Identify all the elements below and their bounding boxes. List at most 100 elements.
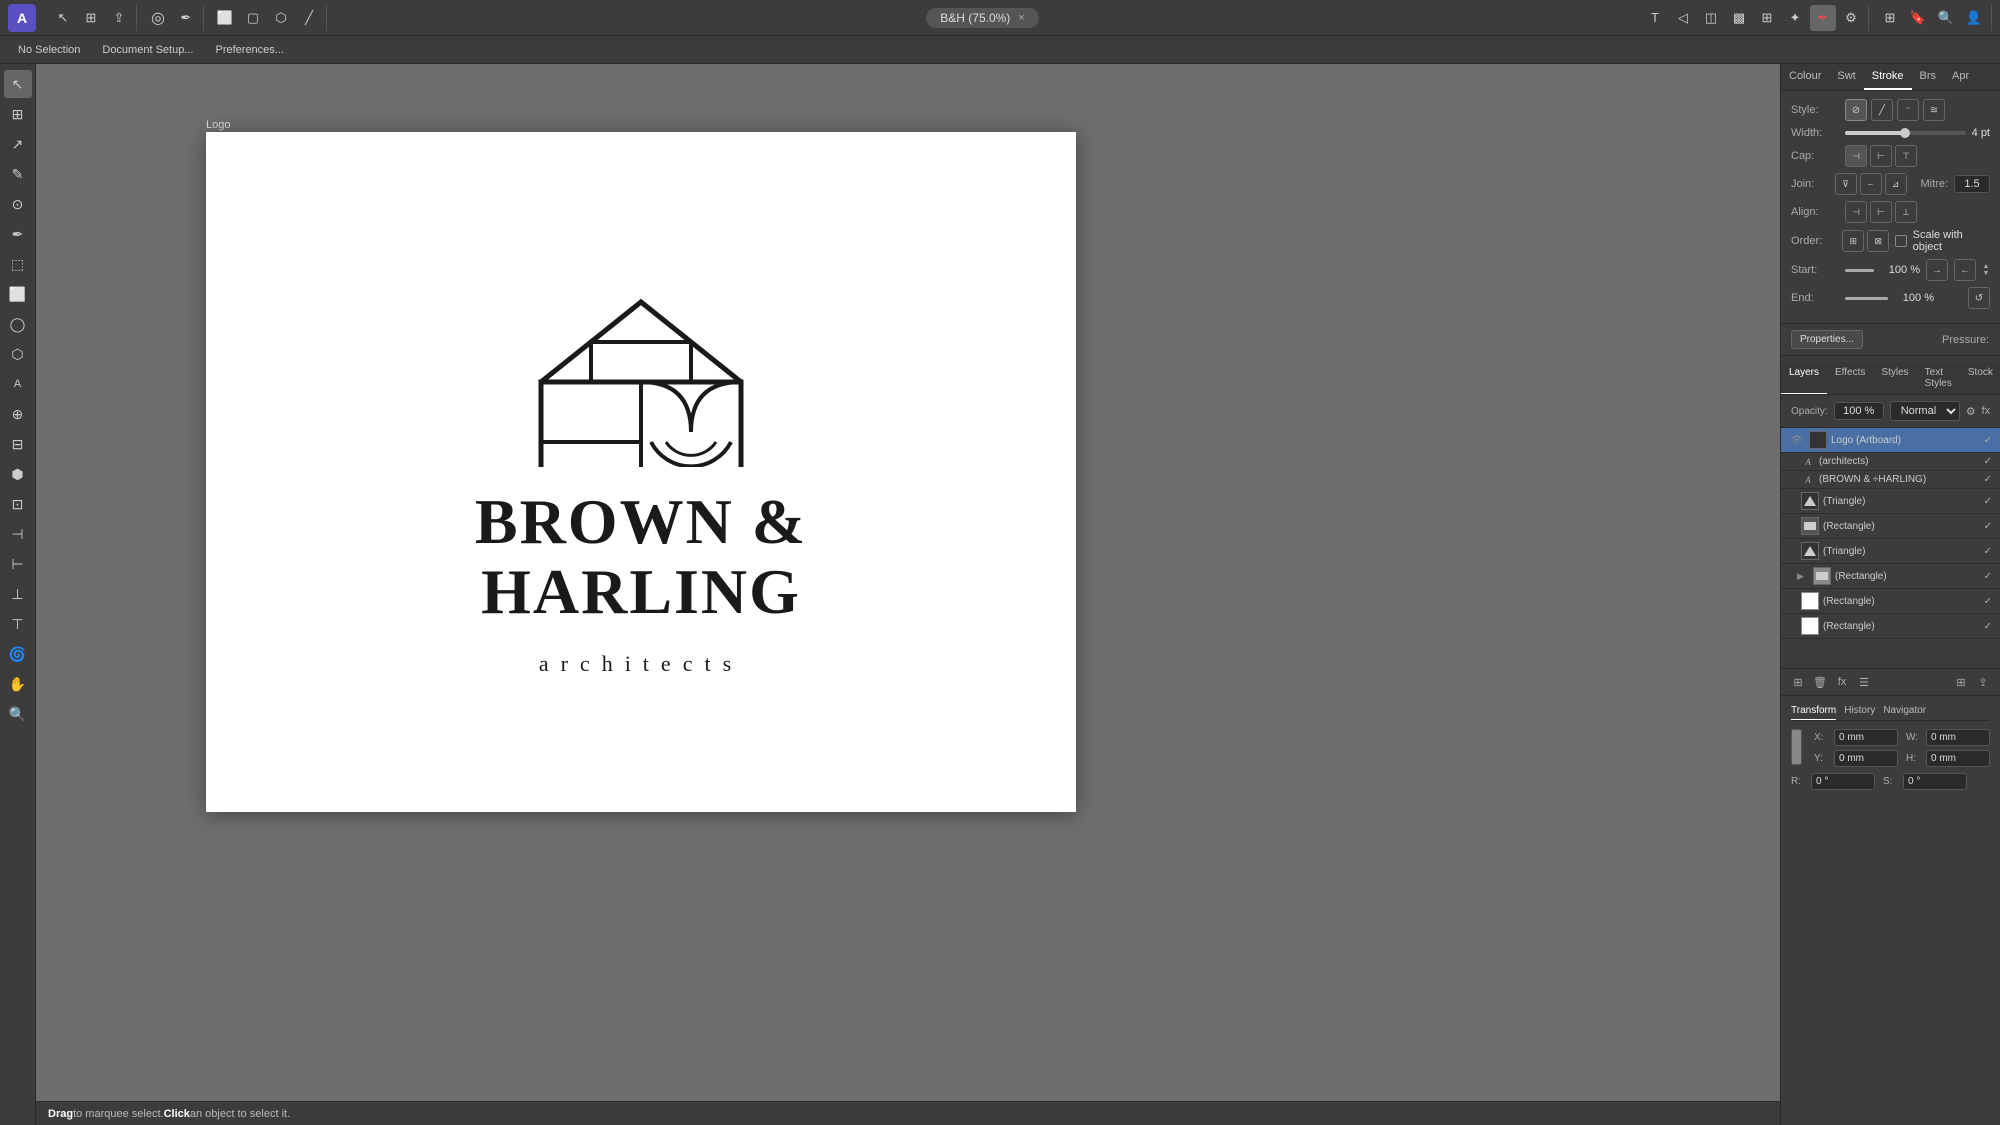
vector-tool[interactable]: ⬚: [4, 250, 32, 278]
rect-tool[interactable]: ⬜: [4, 280, 32, 308]
apr-tab[interactable]: Apr: [1944, 64, 1977, 90]
stroke-dash-btn[interactable]: ⁻: [1897, 99, 1919, 121]
stroke-none-btn[interactable]: ⊘: [1845, 99, 1867, 121]
layer-triangle-1[interactable]: (Triangle) ✓: [1781, 489, 2000, 514]
polygon-tool[interactable]: ⬡: [4, 340, 32, 368]
blend-mode-select[interactable]: Normal: [1890, 401, 1960, 421]
paint-tool[interactable]: ✎: [4, 160, 32, 188]
layer-settings-btn[interactable]: ⚙: [1966, 402, 1976, 420]
patch-tool[interactable]: ⊤: [4, 610, 32, 638]
rect-btn[interactable]: ⬜: [212, 5, 238, 31]
transform-tab[interactable]: Transform: [1791, 702, 1836, 720]
cap-round-btn[interactable]: ⊢: [1870, 145, 1892, 167]
text-styles-tab[interactable]: Text Styles: [1917, 362, 1960, 394]
grid-tool-btn[interactable]: ⊞: [78, 5, 104, 31]
close-document-btn[interactable]: ×: [1018, 12, 1024, 24]
layer-architects[interactable]: A (architects) ✓: [1781, 453, 2000, 471]
align-outside-btn[interactable]: ⊥: [1895, 201, 1917, 223]
ellipse-tool[interactable]: ◯: [4, 310, 32, 338]
history-tab[interactable]: History: [1844, 702, 1875, 720]
layers-btn[interactable]: ⊞: [1877, 5, 1903, 31]
transform-tool[interactable]: ⊙: [4, 190, 32, 218]
arrow-tool[interactable]: ↖: [4, 70, 32, 98]
effects-tab[interactable]: Effects: [1827, 362, 1873, 394]
start-up-btn[interactable]: ▲: [1983, 263, 1990, 270]
w-input[interactable]: [1926, 729, 1990, 746]
blur-tool[interactable]: ⊡: [4, 490, 32, 518]
r-input[interactable]: [1811, 773, 1875, 790]
add-layer-btn[interactable]: ⊞: [1789, 673, 1807, 691]
hex-btn[interactable]: ⬡: [268, 5, 294, 31]
delete-layer-btn[interactable]: 🗑: [1811, 673, 1829, 691]
layer-grid-btn[interactable]: ⊞: [1952, 673, 1970, 691]
align-center-btn[interactable]: ⊢: [1870, 201, 1892, 223]
grid-view-btn[interactable]: ⊞: [1754, 5, 1780, 31]
text-tool[interactable]: A: [4, 370, 32, 398]
stroke-tool-btn[interactable]: ◁: [1670, 5, 1696, 31]
settings-btn[interactable]: ⚙: [1838, 5, 1864, 31]
gradient-tool-btn[interactable]: ▩: [1726, 5, 1752, 31]
layer-adj-btn[interactable]: ☰: [1855, 673, 1873, 691]
join-miter-btn[interactable]: ⊽: [1835, 173, 1857, 195]
expand-icon-rect2[interactable]: ▶: [1797, 571, 1809, 582]
red-tool-btn[interactable]: ✒: [1810, 5, 1836, 31]
layer-triangle-2[interactable]: (Triangle) ✓: [1781, 539, 2000, 564]
liquefy-tool[interactable]: ✋: [4, 670, 32, 698]
start-arrow-right[interactable]: →: [1926, 259, 1948, 281]
pen-btn[interactable]: ✒: [173, 5, 199, 31]
y-input[interactable]: [1834, 750, 1898, 767]
bookmark-btn[interactable]: 🔖: [1905, 5, 1931, 31]
x-input[interactable]: [1834, 729, 1898, 746]
retouch-tool[interactable]: 🌀: [4, 640, 32, 668]
node-btn[interactable]: ✦: [1782, 5, 1808, 31]
h-input[interactable]: [1926, 750, 1990, 767]
eyedrop-tool[interactable]: ⊕: [4, 400, 32, 428]
mitre-input[interactable]: [1954, 175, 1990, 193]
share-tool-btn[interactable]: ⇪: [106, 5, 132, 31]
join-round-btn[interactable]: ⌣: [1860, 173, 1882, 195]
order-fill-front-btn[interactable]: ⊞: [1842, 230, 1864, 252]
stroke-line-btn[interactable]: ╱: [1871, 99, 1893, 121]
end-refresh-btn[interactable]: ↺: [1968, 287, 1990, 309]
stroke-texture-btn[interactable]: ≋: [1923, 99, 1945, 121]
start-arrow-left[interactable]: ←: [1954, 259, 1976, 281]
styles-tab[interactable]: Styles: [1873, 362, 1916, 394]
order-stroke-front-btn[interactable]: ⊠: [1867, 230, 1889, 252]
smudge-tool[interactable]: ⊣: [4, 520, 32, 548]
bucket-tool[interactable]: ⊟: [4, 430, 32, 458]
navigator-tab[interactable]: Navigator: [1883, 702, 1926, 720]
colour-tab[interactable]: Colour: [1781, 64, 1829, 90]
select-tool-btn[interactable]: ↖: [50, 5, 76, 31]
cap-square-btn[interactable]: ⊤: [1895, 145, 1917, 167]
layer-rectangle-2[interactable]: ▶ (Rectangle) ✓: [1781, 564, 2000, 589]
s-input[interactable]: [1903, 773, 1967, 790]
layer-fx-btn[interactable]: fx: [1982, 402, 1991, 420]
start-down-btn[interactable]: ▼: [1983, 270, 1990, 277]
canvas-area[interactable]: Logo: [36, 64, 1780, 1125]
zoom-tool[interactable]: 🔍: [4, 700, 32, 728]
brs-tab[interactable]: Brs: [1912, 64, 1945, 90]
width-slider[interactable]: [1845, 131, 1966, 135]
round-rect-btn[interactable]: ▢: [240, 5, 266, 31]
search-btn[interactable]: 🔍: [1933, 5, 1959, 31]
scale-checkbox[interactable]: [1895, 235, 1906, 247]
preferences-btn[interactable]: Preferences...: [205, 42, 293, 58]
opacity-input[interactable]: [1834, 402, 1884, 420]
gradient-tool[interactable]: ⬢: [4, 460, 32, 488]
pencil-tool[interactable]: ✒: [4, 220, 32, 248]
layer-share-btn[interactable]: ⇪: [1974, 673, 1992, 691]
node-tool[interactable]: ⊞: [4, 100, 32, 128]
document-setup-btn[interactable]: Document Setup...: [92, 42, 203, 58]
layer-fx-footer-btn[interactable]: fx: [1833, 673, 1851, 691]
person-btn[interactable]: 👤: [1961, 5, 1987, 31]
cap-butt-btn[interactable]: ⊣: [1845, 145, 1867, 167]
swt-tab[interactable]: Swt: [1829, 64, 1863, 90]
no-selection-btn[interactable]: No Selection: [8, 42, 90, 58]
stroke-tab[interactable]: Stroke: [1864, 64, 1912, 90]
eye-icon-artboard[interactable]: 👁: [1789, 432, 1805, 448]
layer-rectangle-1[interactable]: (Rectangle) ✓: [1781, 514, 2000, 539]
dodge-tool[interactable]: ⊢: [4, 550, 32, 578]
line-btn[interactable]: ╱: [296, 5, 322, 31]
join-bevel-btn[interactable]: ⊿: [1885, 173, 1907, 195]
circle-btn[interactable]: ◎: [145, 5, 171, 31]
